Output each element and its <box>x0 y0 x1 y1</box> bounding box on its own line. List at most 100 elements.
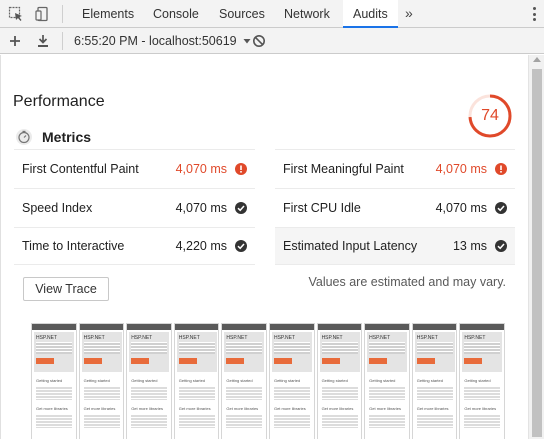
metric-value: 4,070 ms <box>175 161 227 176</box>
metric-label: Time to Interactive <box>22 239 125 253</box>
frame-title: HSP.NET <box>131 335 153 341</box>
frame-subtitle: Get more libraries <box>178 406 211 411</box>
frame-subtitle: Get more libraries <box>36 406 68 411</box>
filmstrip-frame: HSP.NET Getting started Get more libraries <box>364 323 410 439</box>
scrollbar-thumb[interactable] <box>532 69 542 437</box>
frame-text-lines <box>131 414 168 428</box>
inspect-element-icon[interactable] <box>6 4 26 24</box>
filmstrip: HSP.NET Getting started Get more libraries… <box>31 323 507 439</box>
tab-audits[interactable]: Audits <box>343 0 398 28</box>
frame-subtitle: Getting started <box>83 378 110 383</box>
frame-text-lines <box>273 342 310 354</box>
estimate-note: Values are estimated and may vary. <box>308 275 506 289</box>
frame-subtitle: Get more libraries <box>83 406 116 411</box>
frame-subtitle: Get more libraries <box>369 406 401 411</box>
frame-title: HSP.NET <box>321 335 343 341</box>
view-trace-button[interactable]: View Trace <box>23 277 109 301</box>
metric-value: 13 ms <box>452 239 487 253</box>
dropdown-caret-icon <box>243 39 251 44</box>
warning-icon <box>495 162 507 175</box>
frame-subtitle: Get more libraries <box>226 406 259 411</box>
pass-check-icon <box>495 240 507 252</box>
clear-icon[interactable] <box>252 31 266 51</box>
filmstrip-frame: HSP.NET Getting started Get more libraries <box>126 323 172 439</box>
frame-header <box>269 324 314 330</box>
tab-console[interactable]: Console <box>143 0 209 28</box>
frame-subtitle: Getting started <box>321 378 348 383</box>
frame-header <box>174 324 219 330</box>
frame-header <box>460 324 504 330</box>
category-title: Performance <box>13 93 105 110</box>
metric-speed-index: Speed Index 4,070 ms <box>14 188 255 226</box>
frame-button <box>226 358 245 364</box>
frame-text-lines <box>226 342 263 354</box>
frame-button <box>36 358 54 364</box>
settings-menu-icon[interactable] <box>532 7 536 21</box>
frame-text-lines <box>416 414 453 428</box>
tab-network[interactable]: Network <box>274 0 340 28</box>
toolbar-divider <box>62 5 63 23</box>
frame-subtitle: Get more libraries <box>273 406 306 411</box>
filmstrip-frame: HSP.NET Getting started Get more libraries <box>459 323 505 439</box>
frame-subtitle: Get more libraries <box>464 406 497 411</box>
tab-sources[interactable]: Sources <box>209 0 275 28</box>
frame-text-lines <box>131 342 168 354</box>
frame-subtitle: Getting started <box>36 378 63 383</box>
filmstrip-frame: HSP.NET Getting started Get more libraries <box>411 323 458 439</box>
report-selector-label: 6:55:20 PM - localhost:50619 <box>74 34 237 48</box>
audits-report: Performance 74 Metrics First Contentful … <box>0 55 528 439</box>
frame-text-lines <box>83 386 120 400</box>
vertical-scrollbar[interactable] <box>528 55 544 439</box>
frame-header <box>127 324 171 330</box>
device-toolbar-icon[interactable] <box>33 4 53 24</box>
frame-title: HSP.NET <box>464 335 486 341</box>
frame-title: HSP.NET <box>369 335 391 341</box>
metric-label: First Contentful Paint <box>22 161 139 176</box>
frame-text-lines <box>321 386 358 400</box>
frame-subtitle: Getting started <box>131 378 158 383</box>
devtools-tab-bar: Elements Console Sources Network Audits … <box>0 0 544 28</box>
frame-subtitle: Getting started <box>226 378 253 383</box>
frame-text-lines <box>321 414 358 428</box>
metric-label: First CPU Idle <box>283 200 361 215</box>
scroll-up-arrow-icon[interactable] <box>533 57 541 62</box>
frame-text-lines <box>83 342 120 354</box>
filmstrip-frame: HSP.NET Getting started Get more libraries <box>173 323 220 439</box>
frame-subtitle: Get more libraries <box>131 406 163 411</box>
audits-toolbar: 6:55:20 PM - localhost:50619 <box>0 28 544 54</box>
frame-subtitle: Getting started <box>369 378 396 383</box>
frame-button <box>369 358 388 364</box>
plus-icon[interactable] <box>8 31 22 51</box>
frame-subtitle: Get more libraries <box>416 406 449 411</box>
frame-button <box>321 358 340 364</box>
frame-text-lines <box>416 386 453 400</box>
report-selector[interactable]: 6:55:20 PM - localhost:50619 <box>74 31 252 51</box>
frame-text-lines <box>416 342 453 354</box>
frame-title: HSP.NET <box>178 335 200 341</box>
metric-estimated-input-latency: Estimated Input Latency 13 ms <box>275 227 515 265</box>
frame-text-lines <box>226 414 263 428</box>
frame-text-lines <box>369 342 406 354</box>
more-tabs-button[interactable]: » <box>405 0 413 28</box>
metric-label: Estimated Input Latency <box>283 239 418 253</box>
frame-text-lines <box>36 386 72 400</box>
frame-text-lines <box>36 414 72 428</box>
frame-button <box>83 358 102 364</box>
frame-title: HSP.NET <box>416 335 438 341</box>
tab-elements[interactable]: Elements <box>72 0 144 28</box>
score-value: 74 <box>481 107 499 124</box>
frame-button <box>464 358 483 364</box>
metric-label: First Meaningful Paint <box>283 161 404 176</box>
frame-text-lines <box>369 386 406 400</box>
frame-button <box>273 358 292 364</box>
download-icon[interactable] <box>36 31 50 51</box>
metric-first-meaningful-paint: First Meaningful Paint 4,070 ms <box>275 149 515 187</box>
filmstrip-frame: HSP.NET Getting started Get more libraries <box>78 323 125 439</box>
frame-header <box>222 324 266 330</box>
metrics-title: Metrics <box>42 129 92 145</box>
warning-icon <box>235 162 247 175</box>
metric-value: 4,070 ms <box>435 200 487 215</box>
frame-button <box>416 358 435 364</box>
filmstrip-frame: HSP.NET Getting started Get more libraries <box>31 323 77 439</box>
filmstrip-frame: HSP.NET Getting started Get more libraries <box>221 323 267 439</box>
